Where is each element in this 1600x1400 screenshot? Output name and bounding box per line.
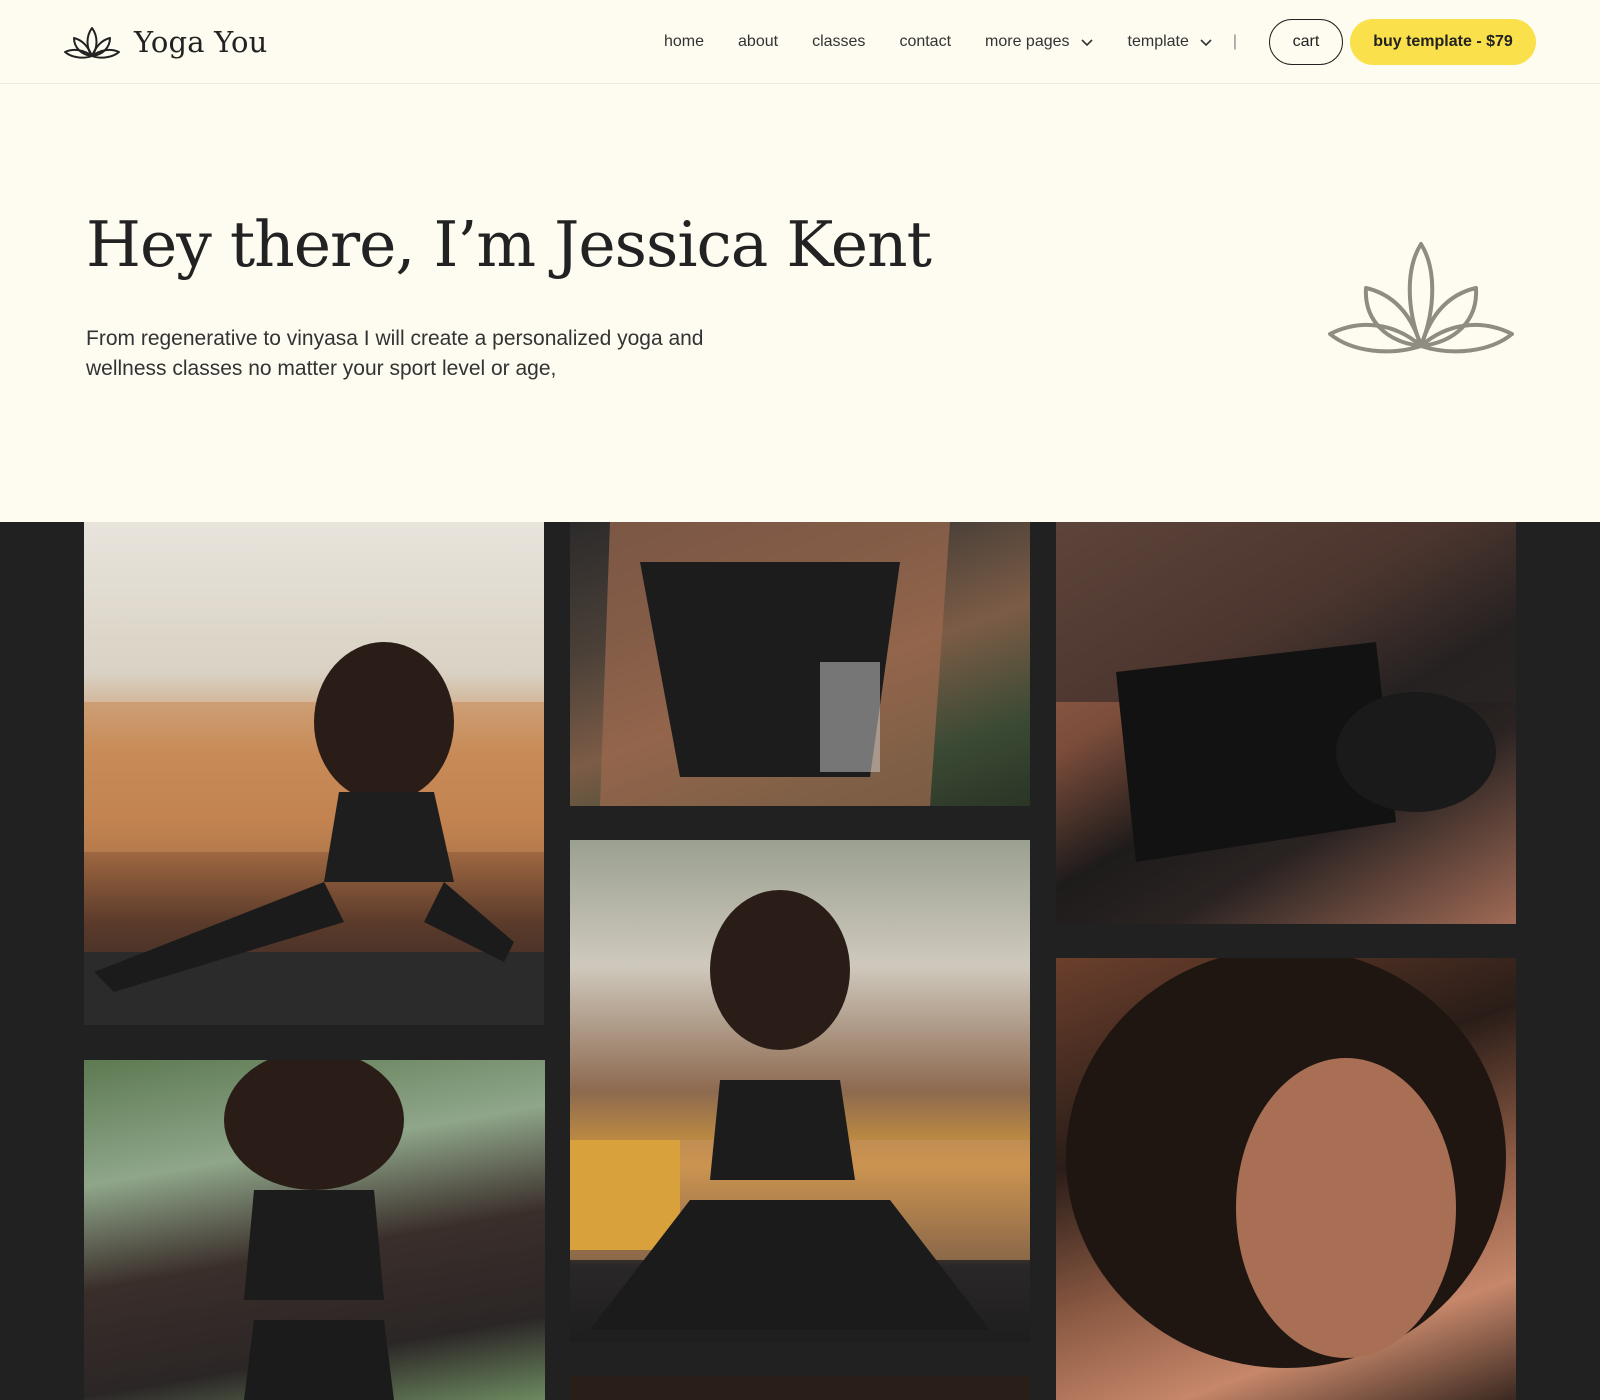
nav-contact[interactable]: contact [899, 33, 951, 51]
nav-template-dropdown[interactable]: template [1128, 33, 1213, 51]
navbar: Yoga You home about classes contact more… [0, 0, 1600, 84]
nav-more-pages-dropdown[interactable]: more pages [985, 33, 1094, 51]
gallery-photo-seated-pose [570, 840, 1030, 1342]
nav-more-pages-label: more pages [985, 33, 1070, 50]
gallery-photo-yoga-stretch [84, 522, 544, 1025]
gallery-photo-standing [84, 1060, 545, 1400]
main-nav: home about classes contact more pages te… [664, 30, 1237, 54]
gallery-photo-water-glass [570, 522, 1030, 806]
nav-about[interactable]: about [738, 33, 778, 51]
hero-subtitle: From regenerative to vinyasa I will crea… [86, 327, 704, 380]
buy-template-button[interactable]: buy template - $79 [1350, 19, 1536, 65]
hero-title: Hey there, I’m Jessica Kent [86, 208, 932, 281]
lotus-icon [64, 27, 120, 59]
nav-template-label: template [1127, 33, 1189, 50]
brand-name: Yoga You [134, 25, 268, 59]
gallery-photo-phone [1056, 522, 1516, 924]
nav-home[interactable]: home [664, 33, 704, 51]
chevron-down-icon [1200, 39, 1212, 47]
lotus-icon [1328, 242, 1514, 354]
nav-classes[interactable]: classes [812, 33, 865, 51]
cart-button[interactable]: cart [1269, 19, 1343, 65]
photo-gallery [0, 522, 1600, 1400]
brand-logo-link[interactable]: Yoga You [62, 20, 268, 64]
chevron-down-icon [1080, 39, 1093, 47]
gallery-photo-partial [570, 1376, 1030, 1400]
nav-separator: | [1232, 33, 1238, 50]
gallery-photo-portrait [1056, 958, 1516, 1400]
